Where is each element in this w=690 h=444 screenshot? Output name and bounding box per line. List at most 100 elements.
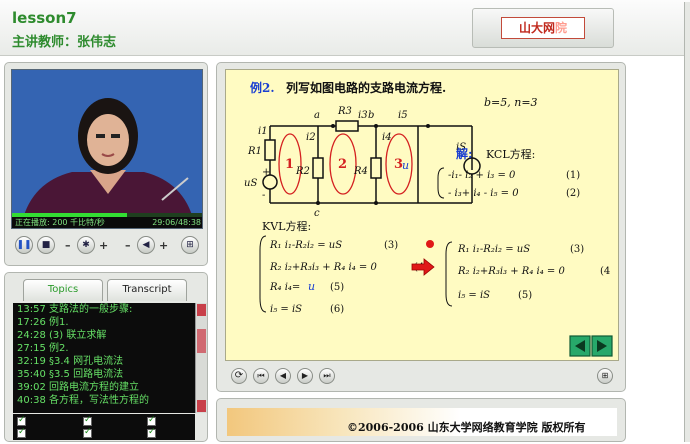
slide-controls: ⟳ ⏮ ◀ ▶ ⏭ ⊞ [229,367,619,387]
kvl-alt-equation-5-number: (5) [518,290,532,301]
footer-banner: ©2006-2006 山东大学网络教育学院 版权所有 [227,408,617,436]
slide-panel: 例2. 列写如图电路的支路电流方程. 1 2 3 a b c R1 R2 R3 … [216,62,626,392]
list-item[interactable]: 24:28 (3) 联立求解 [13,329,195,342]
speed-icon: ✱ [77,236,95,254]
page-scrollbar[interactable] [684,2,690,442]
branch-node-count: b=5, n=3 [484,96,538,109]
video-player[interactable]: 正在播放: 200 千比特/秒 29:06/48:38 [11,69,203,229]
list-item[interactable]: 13:57 支路法的一般步骤: [13,303,195,316]
node-c-label: c [314,208,320,219]
speed-up-icon[interactable]: + [99,239,108,252]
fullscreen-icon[interactable]: ⊞ [181,236,199,254]
loop-1-label: 1 [285,157,294,172]
list-item[interactable]: 17:26 例1. [13,316,195,329]
list-item[interactable]: 40:38 各方程，写法性方程的 [13,394,195,407]
slide-prev-button[interactable] [569,335,591,357]
lesson-title: lesson7 [12,9,77,27]
resistor-r2 [312,157,324,179]
prev-slide-icon[interactable]: ◀ [275,368,291,384]
next-slide-icon[interactable]: ▶ [297,368,313,384]
node-b-label: b [368,110,374,121]
kvl-alt-equation-4: R₂ i₂+R₃i₃ + R₄ i₄ = 0 [457,266,565,277]
playback-time: 29:06/48:38 [152,218,201,227]
footer: ©2006-2006 山东大学网络教育学院 版权所有 [216,398,626,442]
sdu-logo: 山大网院 [501,17,585,39]
slide: 例2. 列写如图电路的支路电流方程. 1 2 3 a b c R1 R2 R3 … [225,69,619,361]
playback-status: 正在播放: 200 千比特/秒 [15,218,105,227]
kvl-equation-3: R₁ i₁-R₂i₂ = uS [269,240,342,251]
resistor-r3 [335,120,359,132]
kvl-equation-5: R₄ i₄= [269,282,300,293]
volume-up-icon[interactable]: + [159,239,168,252]
kvl-equation-6: i₅ = iS [270,304,302,315]
kcl-equation-1-number: (1) [566,170,580,181]
kvl-equation-3-number: (3) [384,240,398,251]
volume-icon: ◀ [137,236,155,254]
i5-label: i5 [398,110,408,121]
lecturer-video-frame [12,70,202,222]
kcl-equation-2: - i₃+ i₄ - i₅ = 0 [448,188,519,199]
slide-next-button[interactable] [591,335,613,357]
checkbox[interactable] [17,427,26,438]
checkbox[interactable] [147,415,156,426]
topics-panel: Topics Transcript 13:57 支路法的一般步骤: 17:26 … [4,272,208,442]
refresh-icon[interactable]: ⟳ [231,368,247,384]
solution-label: 解: [456,146,472,161]
checkbox-row [13,414,195,440]
minus-sign: - [262,190,265,201]
i2-label: i2 [306,132,316,143]
resistor-r1 [264,139,276,161]
logo-frame: 山大网院 [472,8,614,48]
i4-label: i4 [382,132,392,143]
tab-topics[interactable]: Topics [23,279,103,301]
checkbox[interactable] [83,415,92,426]
kvl-label: KVL方程: [262,219,311,233]
scroll-up-button[interactable] [197,304,206,316]
speed-down-icon[interactable]: – [65,239,71,252]
header: lesson7 主讲教师：张伟志 山大网院 [0,0,690,56]
last-slide-icon[interactable]: ⏭ [319,368,335,384]
first-slide-icon[interactable]: ⏮ [253,368,269,384]
list-item[interactable]: 27:15 例2. [13,342,195,355]
kvl-alt-equation-5: i₅ = iS [458,290,490,301]
panel-tabs: Topics Transcript [13,277,195,301]
video-controls: ❚❚ ■ – ✱ + – ◀ + ⊞ [11,233,203,261]
slide-canvas: 例2. 列写如图电路的支路电流方程. 1 2 3 a b c R1 R2 R3 … [244,80,613,357]
loop-2-label: 2 [338,157,347,172]
list-item[interactable]: 35:40 §3.5 回路电流法 [13,368,195,381]
pause-button[interactable]: ❚❚ [15,236,33,254]
video-panel: 正在播放: 200 千比特/秒 29:06/48:38 ❚❚ ■ – ✱ + –… [4,62,208,266]
u-label: u [402,159,409,172]
checkbox[interactable] [147,427,156,438]
example-title: 列写如图电路的支路电流方程. [286,80,446,95]
tab-transcript[interactable]: Transcript [107,279,187,301]
resistor-r4 [370,157,382,179]
kvl-equation-4: R₂ i₂+R₃i₃ + R₄ i₄ = 0 [269,262,377,273]
i1-label: i1 [258,126,268,137]
checkbox[interactable] [17,415,26,426]
i3-label: i3 [358,110,368,121]
kvl-equation-5-number: (5) [330,282,344,293]
kcl-equation-1: -i₁- i₂ + i₃ = 0 [448,170,516,181]
list-item[interactable]: 32:19 §3.4 网孔电流法 [13,355,195,368]
r3-label: R3 [337,106,352,117]
topics-scrollbar[interactable] [195,303,207,413]
expand-icon[interactable]: ⊞ [597,368,613,384]
kvl-equation-6-number: (6) [330,304,344,315]
list-item[interactable]: 39:02 回路电流方程的建立 [13,381,195,394]
pointer-dot [426,240,434,248]
scroll-thumb[interactable] [197,329,206,353]
logo-text-faint: 院 [555,21,568,35]
video-status-bar: 正在播放: 200 千比特/秒 29:06/48:38 [12,217,202,228]
scroll-down-button[interactable] [197,400,206,412]
r4-label: R4 [353,166,368,177]
checkbox[interactable] [83,427,92,438]
kcl-equation-2-number: (2) [566,188,580,199]
stop-button[interactable]: ■ [37,236,55,254]
volume-down-icon[interactable]: – [125,239,131,252]
kcl-label: KCL方程: [486,147,535,161]
kvl-equation-5-u: u [308,280,315,293]
r2-label: R2 [295,166,310,177]
us-label: uS [244,178,257,189]
kvl-alt-equation-3-number: (3) [570,244,584,255]
